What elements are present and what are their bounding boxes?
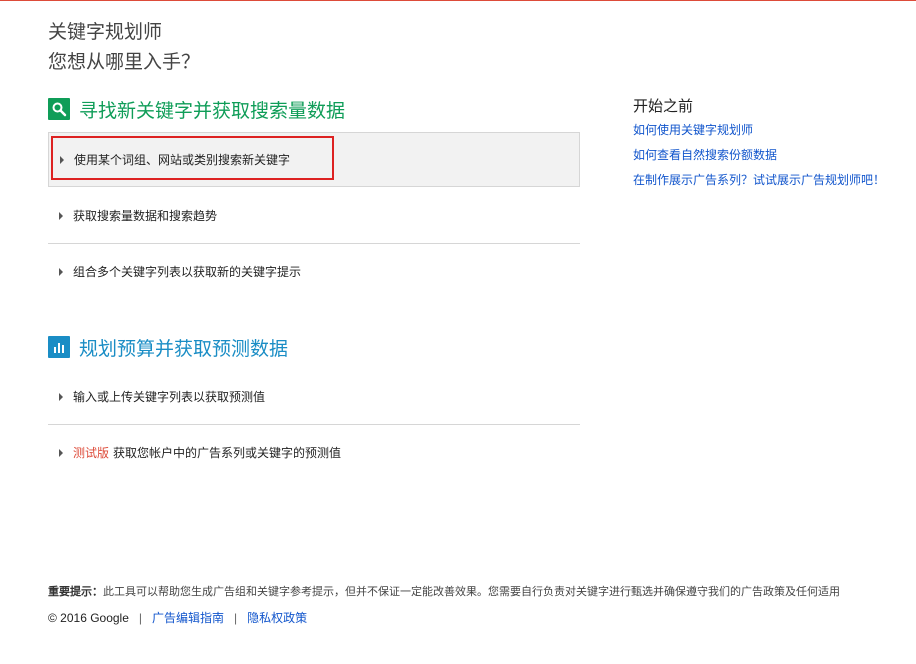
option-label: 使用某个词组、网站或类别搜索新关键字 xyxy=(74,153,291,167)
link-editorial-guidelines[interactable]: 广告编辑指南 xyxy=(152,609,224,626)
section-find-keywords: 寻找新关键字并获取搜索量数据 xyxy=(48,96,345,122)
footer-separator: | xyxy=(138,610,143,625)
caret-right-icon xyxy=(59,267,63,276)
footer: © 2016 Google | 广告编辑指南 | 隐私权政策 xyxy=(48,609,307,626)
notice-label: 重要提示： xyxy=(48,586,103,598)
section-plan-budget: 规划预算并获取预测数据 xyxy=(48,334,288,360)
sidebar-title: 开始之前 xyxy=(633,98,694,115)
section-title: 规划预算并获取预测数据 xyxy=(79,337,289,360)
option-search-volume-trends[interactable]: 获取搜索量数据和搜索趋势 xyxy=(48,188,580,243)
option-label: 组合多个关键字列表以获取新的关键字提示 xyxy=(73,265,302,279)
getting-started-panel: 开始之前 如何使用关键字规划师 如何查看自然搜索份额数据 在制作展示广告系列？试… xyxy=(633,96,916,193)
beta-badge: 测试版 xyxy=(73,446,110,460)
bar-chart-icon xyxy=(48,336,70,358)
search-icon xyxy=(48,98,70,120)
caret-right-icon xyxy=(60,155,64,164)
link-privacy-policy[interactable]: 隐私权政策 xyxy=(247,609,307,626)
option-account-forecast[interactable]: 测试版 获取您帐户中的广告系列或关键字的预测值 xyxy=(48,425,580,480)
caret-right-icon xyxy=(59,392,63,401)
option-search-new-keywords[interactable]: 使用某个词组、网站或类别搜索新关键字 xyxy=(48,132,580,187)
caret-right-icon xyxy=(59,211,63,220)
option-multiply-keyword-lists[interactable]: 组合多个关键字列表以获取新的关键字提示 xyxy=(48,244,580,299)
link-display-planner[interactable]: 在制作展示广告系列？试试展示广告规划师吧！ xyxy=(633,168,916,193)
link-organic-share-data[interactable]: 如何查看自然搜索份额数据 xyxy=(633,143,916,168)
top-accent-line xyxy=(0,0,916,1)
page-title: 关键字规划师 xyxy=(48,21,163,43)
option-upload-keywords-forecast[interactable]: 输入或上传关键字列表以获取预测值 xyxy=(48,369,580,424)
option-label: 测试版 获取您帐户中的广告系列或关键字的预测值 xyxy=(73,444,341,461)
copyright: © 2016 Google xyxy=(48,610,129,625)
notice-text: 此工具可以帮助您生成广告组和关键字参考提示，但并不保证一定能改善效果。您需要自行… xyxy=(103,586,840,598)
section-title: 寻找新关键字并获取搜索量数据 xyxy=(79,99,346,122)
caret-right-icon xyxy=(59,448,63,457)
link-how-to-use-planner[interactable]: 如何使用关键字规划师 xyxy=(633,118,916,143)
option-label: 输入或上传关键字列表以获取预测值 xyxy=(73,390,266,404)
option-text: 获取您帐户中的广告系列或关键字的预测值 xyxy=(113,446,342,460)
option-label: 获取搜索量数据和搜索趋势 xyxy=(73,209,218,223)
page-subtitle: 您想从哪里入手？ xyxy=(48,51,201,73)
footer-separator: | xyxy=(234,610,238,625)
important-notice: 重要提示：此工具可以帮助您生成广告组和关键字参考提示，但并不保证一定能改善效果。… xyxy=(48,583,840,599)
